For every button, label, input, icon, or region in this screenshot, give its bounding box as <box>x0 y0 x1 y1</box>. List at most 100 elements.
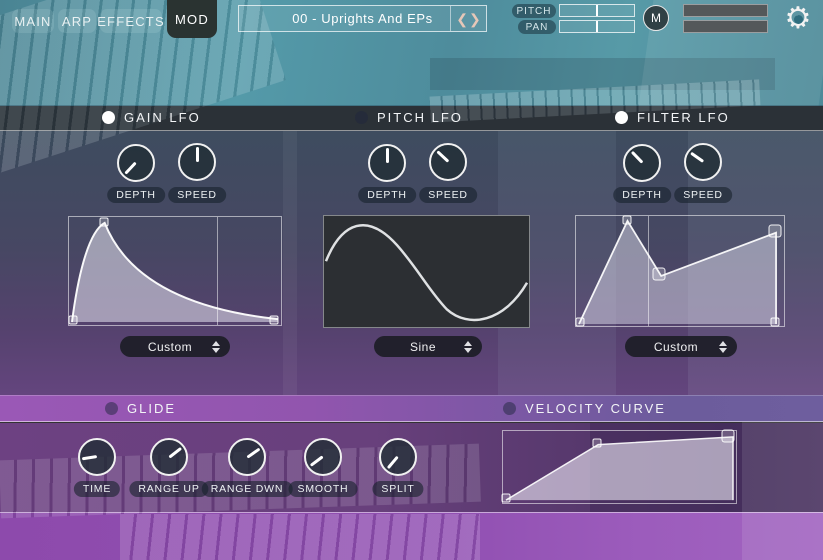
gain-lfo-waveform <box>69 217 281 325</box>
preset-nav: ❮ ❯ <box>450 6 486 31</box>
glide-smooth-label: SMOOTH <box>289 481 358 497</box>
gain-lfo-toggle[interactable]: GAIN LFO <box>102 105 201 130</box>
glide-header-band: GLIDE VELOCITY CURVE <box>0 395 823 422</box>
gain-shape-dropdown[interactable]: Custom <box>120 336 230 357</box>
pitch-slider[interactable] <box>559 4 635 17</box>
filter-depth-label: DEPTH <box>613 187 671 203</box>
glide-range-up-label: RANGE UP <box>129 481 208 497</box>
sine-waveform <box>324 216 529 327</box>
filter-speed-label: SPEED <box>674 187 732 203</box>
pitch-speed-knob-pointer <box>424 138 472 186</box>
gain-lfo-enabled-dot[interactable] <box>102 111 115 124</box>
lfo-header-band: GAIN LFO PITCH LFO FILTER LFO <box>0 105 823 131</box>
pitch-shape-dropdown[interactable]: Sine <box>374 336 482 357</box>
gain-lfo-curve-editor[interactable] <box>68 216 282 326</box>
gain-speed-label: SPEED <box>168 187 226 203</box>
velocity-curve-toggle[interactable]: VELOCITY CURVE <box>503 396 666 421</box>
glide-range-up-knob[interactable] <box>150 438 188 476</box>
tab-effects[interactable]: EFFECTS <box>100 9 162 33</box>
pitch-lfo-disabled-dot[interactable] <box>355 111 368 124</box>
filter-depth-knob[interactable] <box>623 144 661 182</box>
glide-range-down-knob-pointer <box>223 433 270 480</box>
gain-speed-knob-pointer <box>180 145 214 179</box>
filter-loop-marker[interactable] <box>648 216 649 326</box>
pitch-lfo-title: PITCH LFO <box>377 110 463 125</box>
preset-prev-icon[interactable]: ❮ <box>456 12 468 26</box>
glide-split-knob[interactable] <box>379 438 417 476</box>
filter-lfo-toggle[interactable]: FILTER LFO <box>615 105 730 130</box>
curve-handle[interactable] <box>502 493 511 502</box>
pitch-lfo-toggle[interactable]: PITCH LFO <box>355 105 463 130</box>
gain-depth-knob[interactable] <box>117 144 155 182</box>
curve-handle[interactable] <box>99 218 108 227</box>
glide-smooth-knob[interactable] <box>304 438 342 476</box>
glide-range-up-knob-pointer <box>145 433 193 481</box>
preset-name: 00 - Uprights And EPs <box>239 6 486 31</box>
pan-slider[interactable] <box>559 20 635 33</box>
pitch-shape-value: Sine <box>410 340 436 354</box>
gain-loop-marker[interactable] <box>217 217 218 325</box>
curve-handle[interactable] <box>721 430 734 443</box>
up-down-arrows-icon <box>719 341 727 353</box>
level-meter-left <box>683 4 768 17</box>
pitch-lfo-waveform-display <box>323 215 530 328</box>
glide-range-down-label: RANGE DWN <box>202 481 293 497</box>
filter-speed-knob[interactable] <box>684 143 722 181</box>
filter-depth-knob-pointer <box>618 139 666 187</box>
preset-selector[interactable]: 00 - Uprights And EPs ❮ ❯ <box>238 5 487 32</box>
curve-handle[interactable] <box>653 268 666 281</box>
velocity-curve-title: VELOCITY CURVE <box>525 401 666 416</box>
curve-handle[interactable] <box>770 317 779 326</box>
gain-speed-knob[interactable] <box>178 143 216 181</box>
filter-lfo-title: FILTER LFO <box>637 110 730 125</box>
curve-handle[interactable] <box>768 225 781 238</box>
mute-button[interactable]: M <box>643 5 669 31</box>
glide-split-label: SPLIT <box>372 481 423 497</box>
filter-speed-knob-pointer <box>679 138 726 185</box>
tab-mod-active[interactable]: MOD <box>167 0 217 38</box>
glide-title: GLIDE <box>127 401 176 416</box>
settings-button[interactable]: ⚙ <box>781 2 815 36</box>
filter-lfo-enabled-dot[interactable] <box>615 111 628 124</box>
velocity-disabled-dot[interactable] <box>503 402 516 415</box>
curve-handle[interactable] <box>69 315 78 324</box>
tab-arp[interactable]: ARP <box>58 9 96 33</box>
pitch-speed-knob[interactable] <box>429 143 467 181</box>
velocity-curve-editor[interactable] <box>502 430 737 504</box>
pan-slider-thumb[interactable] <box>596 21 598 32</box>
glide-range-down-knob[interactable] <box>228 438 266 476</box>
pitch-depth-knob[interactable] <box>368 144 406 182</box>
gain-depth-label: DEPTH <box>107 187 165 203</box>
glide-smooth-knob-pointer <box>299 433 347 481</box>
glide-disabled-dot[interactable] <box>105 402 118 415</box>
gain-depth-knob-pointer <box>112 139 160 187</box>
pitch-speed-label: SPEED <box>419 187 477 203</box>
curve-handle[interactable] <box>269 315 278 324</box>
velocity-curve-shape <box>503 431 736 503</box>
glide-time-knob-pointer <box>78 438 117 477</box>
tab-main[interactable]: MAIN <box>12 9 54 33</box>
curve-handle[interactable] <box>622 216 631 225</box>
glide-time-knob[interactable] <box>78 438 116 476</box>
gear-center-dot <box>794 15 803 24</box>
pitch-slider-thumb[interactable] <box>596 5 598 16</box>
pitch-label: PITCH <box>512 4 556 18</box>
filter-shape-value: Custom <box>654 340 698 354</box>
pan-label: PAN <box>518 20 556 34</box>
glide-split-knob-pointer <box>374 433 422 481</box>
gain-shape-value: Custom <box>148 340 192 354</box>
curve-handle[interactable] <box>576 317 585 326</box>
glide-toggle[interactable]: GLIDE <box>105 396 176 421</box>
filter-lfo-waveform <box>576 216 784 326</box>
filter-shape-dropdown[interactable]: Custom <box>625 336 737 357</box>
curve-handle[interactable] <box>593 439 602 448</box>
pitch-depth-knob-pointer <box>370 146 404 180</box>
level-meter-right <box>683 20 768 33</box>
preset-next-icon[interactable]: ❯ <box>469 12 481 26</box>
filter-lfo-curve-editor[interactable] <box>575 215 785 327</box>
pitch-depth-label: DEPTH <box>358 187 416 203</box>
gain-lfo-title: GAIN LFO <box>124 110 201 125</box>
up-down-arrows-icon <box>464 341 472 353</box>
glide-time-label: TIME <box>74 481 120 497</box>
mod-page: MAIN ARP EFFECTS MOD 00 - Uprights And E… <box>0 0 823 560</box>
